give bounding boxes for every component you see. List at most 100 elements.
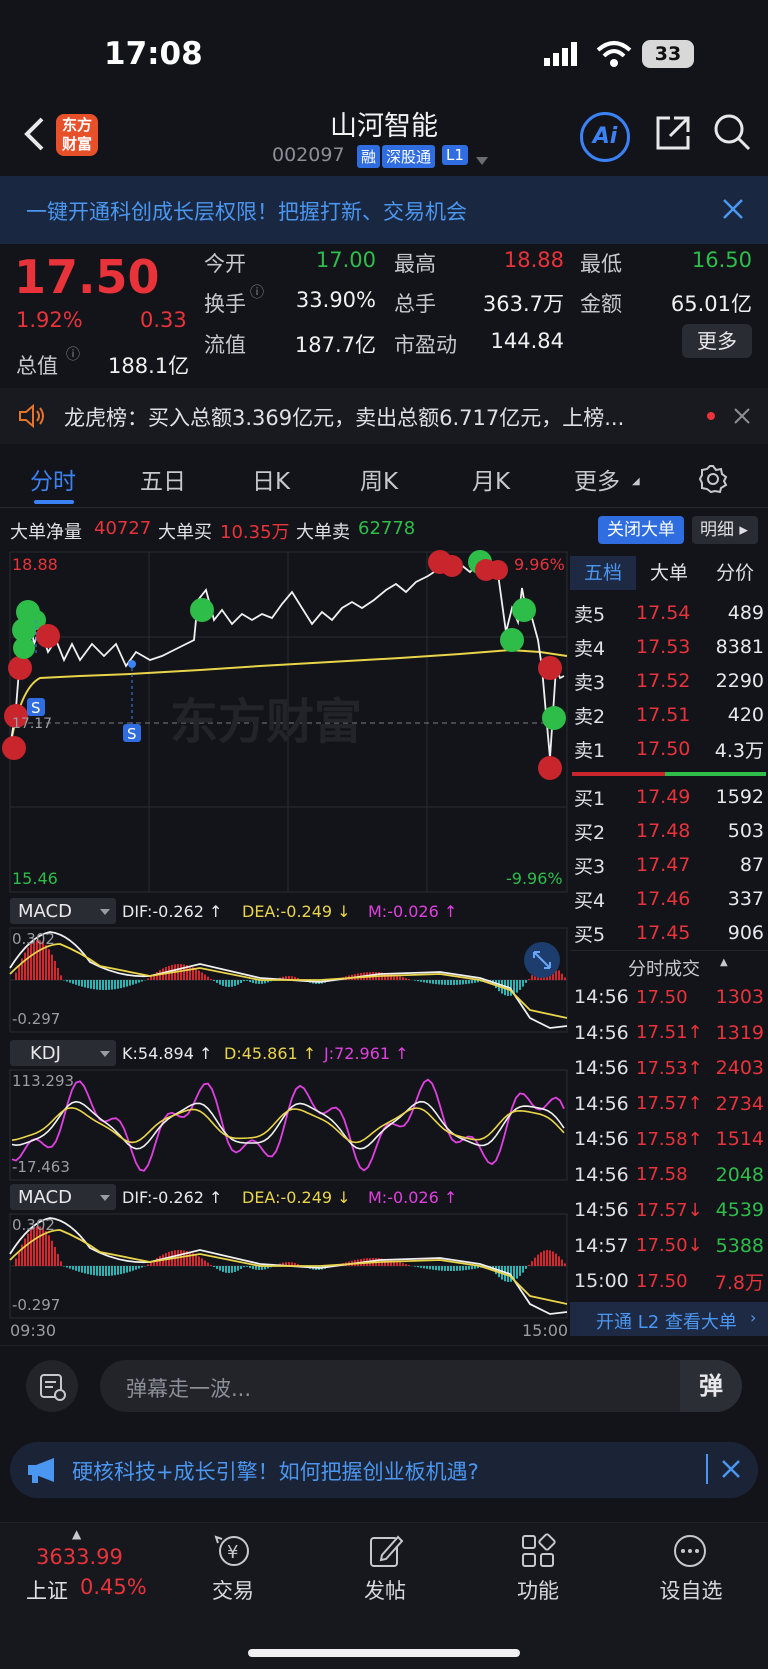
functions-icon[interactable] [520, 1533, 556, 1569]
nav-watchlist-settings[interactable]: 设自选 [636, 1575, 746, 1605]
ask-row[interactable]: 卖3 17.52 2290 [570, 664, 768, 698]
intraday-chart[interactable]: 东方财富 S S 18.88 15.46 9.96% -9.96% 17.17 … [0, 548, 570, 1340]
trade-row: 14:56 17.58↑ 1514 [570, 1122, 768, 1156]
tab-daily[interactable]: 日K [252, 462, 290, 496]
macd2-name[interactable]: MACD [18, 1187, 72, 1208]
tab-intraday[interactable]: 分时 [30, 462, 76, 496]
ask-volume: 489 [727, 602, 764, 624]
bid-row[interactable]: 买3 17.47 87 [570, 848, 768, 882]
trade-row: 14:56 17.58 2048 [570, 1158, 768, 1192]
info-icon[interactable]: ⓘ [66, 344, 80, 364]
min-price-label: 15.46 [12, 869, 58, 888]
nav-trade[interactable]: 交易 [178, 1575, 288, 1605]
trade-icon[interactable]: ¥ [214, 1533, 254, 1569]
ask-row[interactable]: 卖5 17.54 489 [570, 596, 768, 630]
trade-price: 17.50 [636, 1270, 688, 1292]
post-icon[interactable] [368, 1533, 404, 1569]
bid-row[interactable]: 买1 17.49 1592 [570, 780, 768, 814]
ask-volume: 4.3万 [714, 739, 764, 762]
macd2-m: M:-0.026 ↑ [368, 1188, 457, 1207]
ref-price-label: 17.17 [12, 716, 52, 732]
ask-row[interactable]: 卖4 17.53 8381 [570, 630, 768, 664]
settings-gear-icon[interactable] [698, 464, 728, 494]
tab-monthly[interactable]: 月K [472, 462, 510, 496]
barrage-input[interactable]: 弹幕走一波... 弹 [100, 1360, 742, 1412]
collapse-icon[interactable]: ▲ [720, 957, 728, 968]
l2-upgrade-button[interactable]: 开通 L2 查看大单 › [570, 1302, 768, 1336]
buy-label: 大单买 [158, 522, 212, 543]
search-icon[interactable] [712, 112, 752, 152]
kdj-k: K:54.894 ↑ [122, 1044, 212, 1063]
ask-label: 卖3 [574, 671, 606, 694]
app-logo: 东方财富 [56, 114, 98, 156]
trade-row: 14:56 17.53↑ 2403 [570, 1051, 768, 1085]
macd1-name[interactable]: MACD [18, 901, 72, 922]
sell-value: 62778 [358, 518, 416, 539]
ask-price: 17.53 [636, 636, 691, 658]
ad-banner[interactable]: 硬核科技+成长引擎！如何把握创业板机遇? [10, 1442, 758, 1498]
bid-price: 17.46 [636, 888, 691, 910]
more-button[interactable]: 更多 [682, 324, 752, 358]
status-bar: 17:08 33 [0, 0, 768, 100]
close-icon[interactable] [722, 1460, 740, 1478]
dragon-tiger-bar[interactable]: 龙虎榜：买入总额3.369亿元，卖出总额6.717亿元，上榜... [0, 388, 768, 444]
index-name[interactable]: 上证 [26, 1575, 68, 1605]
tab-more[interactable]: 更多 [574, 462, 620, 496]
trades-header: 分时成交 ▲ [570, 950, 768, 982]
trades-list: 14:56 17.50 1303 14:56 17.51↑ 1319 14:56 17.53↑… [570, 980, 768, 1300]
max-price-label: 18.88 [12, 555, 58, 574]
back-icon[interactable] [22, 116, 46, 152]
low-label: 最低 [580, 252, 622, 276]
caret-up-icon: ▲ [72, 1527, 82, 1541]
info-icon[interactable]: ⓘ [250, 282, 264, 302]
nav-functions[interactable]: 功能 [483, 1575, 593, 1605]
barrage-send-button[interactable]: 弹 [680, 1360, 742, 1412]
index-value[interactable]: 3633.99 [36, 1545, 123, 1569]
ai-button[interactable]: Ai [580, 112, 630, 162]
barrage-settings-icon[interactable] [26, 1360, 78, 1412]
quote-panel: 17.50 1.92% 0.33 总值 ⓘ 188.1亿 今开 17.00 换手… [0, 244, 768, 384]
low-value: 16.50 [691, 248, 752, 272]
tab-weekly[interactable]: 周K [360, 462, 398, 496]
trade-volume: 1514 [715, 1128, 764, 1150]
tab-price-dist[interactable]: 分价 [702, 556, 768, 590]
s-marker[interactable]: S [31, 699, 41, 717]
promo-banner[interactable]: 一键开通科创成长层权限！把握打新、交易机会 [0, 176, 768, 244]
trade-time: 14:56 [574, 1021, 629, 1044]
trade-time: 14:56 [574, 1199, 629, 1221]
bid-row[interactable]: 买2 17.48 503 [570, 814, 768, 848]
index-pct[interactable]: 0.45% [80, 1575, 147, 1599]
close-icon[interactable] [734, 408, 750, 424]
detail-button[interactable]: 明细 ▸ [692, 516, 758, 544]
stock-title: 山河智能 [330, 111, 438, 142]
bid-row[interactable]: 买5 17.45 906 [570, 916, 768, 950]
ask-row[interactable]: 卖2 17.51 420 [570, 698, 768, 732]
chevron-right-icon: › [750, 1308, 757, 1327]
mktcap-label: 总值 [16, 354, 58, 378]
tab-level5[interactable]: 五档 [570, 556, 636, 590]
min-pct-label: -9.96% [506, 869, 563, 888]
more-icon[interactable] [672, 1533, 708, 1569]
trade-volume: 7.8万 [714, 1271, 764, 1294]
share-icon[interactable] [654, 114, 692, 152]
change-pct: 1.92% [16, 308, 83, 332]
close-bigorder-button[interactable]: 关闭大单 [598, 516, 684, 544]
ask-list: 卖5 17.54 489 卖4 17.53 8381 卖3 17.52 2290 卖2 17.51 4… [570, 596, 768, 772]
ask-row[interactable]: 卖1 17.50 4.3万 [570, 732, 768, 766]
trade-time: 15:00 [574, 1270, 629, 1292]
bid-list: 买1 17.49 1592 买2 17.48 503 买3 17.47 87 买4 17.46 337… [570, 780, 768, 956]
s-marker[interactable]: S [127, 725, 137, 743]
tab-5day[interactable]: 五日 [140, 462, 186, 496]
amount-label: 金额 [580, 292, 622, 316]
ask-price: 17.52 [636, 670, 691, 692]
max-pct-label: 9.96% [514, 555, 565, 574]
bid-price: 17.47 [636, 854, 691, 876]
tab-bigorder[interactable]: 大单 [636, 556, 702, 590]
macd2-dif: DIF:-0.262 ↑ [122, 1188, 222, 1207]
bid-row[interactable]: 买4 17.46 337 [570, 882, 768, 916]
chevron-down-icon[interactable] [476, 150, 488, 165]
more-triangle-icon: ◢ [632, 476, 640, 487]
close-icon[interactable] [722, 198, 744, 220]
kdj-name[interactable]: KDJ [30, 1043, 61, 1064]
nav-post[interactable]: 发帖 [330, 1575, 440, 1605]
